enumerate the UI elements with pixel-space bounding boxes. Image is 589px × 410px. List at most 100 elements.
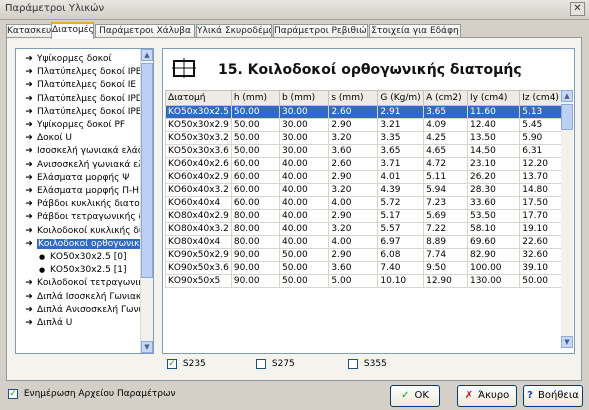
grade-s355-option[interactable]: S355 (348, 359, 387, 371)
table-row[interactable]: ΚΟ90x50x5 90.00 50.00 5.00 10.10 12.90 130.00 5… (165, 274, 562, 288)
table-row[interactable]: ΚΟ80x40x3.2 80.00 40.00 3.20 5.57 7.22 58.10 19… (165, 222, 562, 236)
table-cell: 9.50 (423, 261, 469, 275)
table-cell: 5.45 (519, 118, 562, 132)
cancel-button[interactable]: ✗ Άκυρο (457, 385, 517, 407)
help-button[interactable]: ? Βοήθεια (523, 385, 583, 407)
column-header[interactable]: s (mm) (328, 90, 379, 106)
bullet-icon: ● (38, 253, 46, 261)
checkbox-icon[interactable] (348, 359, 358, 369)
grade-s235-option[interactable]: ✓ S235 (167, 359, 206, 371)
tree-item[interactable]: ➜ Κοιλοδοκοί ορθογωνικής διατομής (16, 238, 142, 250)
tree-item[interactable]: ➜ Πλατύπελμες δοκοί IPD (16, 93, 142, 105)
tree-item[interactable]: ● ΚΟ50x30x2.5 [1] (16, 264, 142, 276)
tab-steel-parameters[interactable]: Παράμετροι Χάλυβα (95, 24, 195, 38)
tree-scroll-up-button[interactable]: ▲ (141, 49, 153, 61)
table-scroll-thumb[interactable] (561, 104, 573, 130)
arrow-right-icon: ➜ (25, 159, 33, 170)
tab-construction[interactable]: Κατασκευής (6, 24, 52, 38)
table-scroll-down-button[interactable]: ▼ (561, 336, 573, 348)
tab-soil-data[interactable]: Στοιχεία για Εδάφη (369, 24, 461, 38)
table-cell: 3.65 (423, 105, 469, 119)
table-row[interactable]: ΚΟ80x40x2.9 80.00 40.00 2.90 5.17 5.69 53.50 17… (165, 209, 562, 223)
table-cell: 13.70 (519, 170, 562, 184)
cross-icon: ✗ (464, 390, 474, 401)
tree-item[interactable]: ➜ Διπλά Ανισοσκελή Γωνιακά (16, 304, 142, 316)
table-cell: 3.35 (377, 131, 425, 145)
tree-item-label: Υψίκορμες δοκοί PF (37, 120, 126, 130)
table-row[interactable]: ΚΟ60x40x3.2 60.00 40.00 3.20 4.39 5.94 28.30 14… (165, 183, 562, 197)
close-button[interactable]: ✕ (570, 2, 585, 16)
arrow-right-icon: ➜ (25, 225, 33, 236)
table-row[interactable]: ΚΟ80x40x4 80.00 40.00 4.00 6.97 8.89 69.60 22.6… (165, 235, 562, 249)
table-row[interactable]: ΚΟ60x40x4 60.00 40.00 4.00 5.72 7.23 33.60 17.5… (165, 196, 562, 210)
tab-concrete-materials[interactable]: Υλικά Σκυροδέματος (196, 24, 272, 38)
tree-item[interactable]: ➜ Ελάσματα μορφής Ψ (16, 172, 142, 184)
table-cell: 3.71 (377, 157, 425, 171)
table-cell: 130.00 (467, 274, 521, 288)
tab-bar-parameters[interactable]: Παράμετροι Ρεβιθιών (273, 24, 368, 38)
tree-item[interactable]: ➜ Διπλά U (16, 317, 142, 329)
tree-scrollbar[interactable]: ▲ ▼ (140, 49, 153, 353)
tree-item[interactable]: ➜ Διπλά Ισοσκελή Γωνιακά (16, 291, 142, 303)
tab-sections[interactable]: Διατομές (51, 22, 94, 39)
tree-item-label: Πλατύπελμες δοκοί IE (37, 80, 137, 91)
table-scrollbar[interactable]: ▲ ▼ (561, 90, 573, 348)
table-row[interactable]: ΚΟ50x30x3.2 50.00 30.00 3.20 3.35 4.25 13.50 5.… (165, 131, 562, 145)
checkbox-icon[interactable]: ✓ (8, 389, 18, 399)
table-cell: 26.20 (467, 170, 521, 184)
tree-item[interactable]: ● ΚΟ50x30x2.5 [0] (16, 251, 142, 263)
tree-scroll-down-button[interactable]: ▼ (141, 341, 153, 353)
check-icon: ✓ (401, 390, 410, 401)
column-header[interactable]: Iz (cm4) (519, 90, 562, 106)
tree-item[interactable]: ➜ Ράβδοι τετραγωνικής διατομής (16, 211, 142, 223)
column-header[interactable]: Iy (cm4) (467, 90, 521, 106)
help-icon: ? (527, 390, 533, 401)
column-header[interactable]: G (Kg/m) (377, 90, 425, 106)
tree-scroll-thumb[interactable] (141, 63, 153, 278)
table-scroll-up-button[interactable]: ▲ (561, 90, 573, 102)
ok-button[interactable]: ✓ OK (390, 385, 440, 407)
update-params-option[interactable]: ✓ Ενημέρωση Αρχείου Παραμέτρων (8, 389, 176, 401)
rectangular-tube-section-icon (172, 58, 196, 78)
table-row[interactable]: ΚΟ90x50x2.9 90.00 50.00 2.90 6.08 7.74 82.90 32… (165, 248, 562, 262)
tree-item[interactable]: ➜ Ελάσματα μορφής Π-Η (16, 185, 142, 197)
tree-item-label: Ελάσματα μορφής Π-Η (37, 186, 140, 196)
table-cell: 80.00 (230, 209, 280, 223)
column-header[interactable]: Διατομή (165, 90, 232, 106)
checkbox-icon[interactable] (256, 359, 266, 369)
grade-s275-option[interactable]: S275 (256, 359, 295, 371)
tree-item[interactable]: ➜ Υψίκορμες δοκοί PF (16, 119, 142, 131)
tree-item[interactable]: ➜ Δοκοί U (16, 132, 142, 144)
column-header[interactable]: b (mm) (278, 90, 330, 106)
table-row[interactable]: ΚΟ60x40x2.6 60.00 40.00 2.60 3.71 4.72 23.10 12… (165, 157, 562, 171)
tree-item[interactable]: ➜ Υψίκορμες δοκοί (16, 53, 142, 65)
tree-item[interactable]: ➜ Ράβδοι κυκλικής διατομής (16, 198, 142, 210)
table-cell: 90.00 (230, 261, 280, 275)
section-tree[interactable]: ➜ Υψίκορμες δοκοί ➜ Πλατύπελμες δοκοί IPB ➜ Π… (15, 48, 154, 354)
tree-item[interactable]: ➜ Πλατύπελμες δοκοί IPBv (16, 106, 142, 118)
table-row[interactable]: ΚΟ50x30x2.5 50.00 30.00 2.60 2.91 3.65 11.60 5.… (165, 105, 562, 119)
table-cell: 23.10 (467, 157, 521, 171)
table-cell: 40.00 (278, 196, 330, 210)
tree-item[interactable]: ➜ Πλατύπελμες δοκοί IPB (16, 66, 142, 78)
update-params-label: Ενημέρωση Αρχείου Παραμέτρων (23, 389, 176, 399)
table-cell: 53.50 (467, 209, 521, 223)
table-row[interactable]: ΚΟ60x40x2.9 60.00 40.00 2.90 4.01 5.11 26.20 13… (165, 170, 562, 184)
table-row[interactable]: ΚΟ50x30x3.6 50.00 30.00 3.60 3.65 4.65 14.50 6.… (165, 144, 562, 158)
checkbox-icon[interactable]: ✓ (167, 359, 177, 369)
tree-item[interactable]: ➜ Ισοσκελή γωνιακά ελάσματα (16, 145, 142, 157)
table-cell: 28.30 (467, 183, 521, 197)
table-cell: 2.60 (328, 157, 379, 171)
arrow-right-icon: ➜ (25, 172, 33, 183)
tree-item[interactable]: ➜ Ανισοσκελή γωνιακά ελάσματα (16, 159, 142, 171)
tree-item[interactable]: ➜ Κοιλοδοκοί κυκλικής διατομής (16, 225, 142, 237)
table-row[interactable]: ΚΟ50x30x2.9 50.00 30.00 2.90 3.21 4.09 12.40 5.… (165, 118, 562, 132)
tree-item-label: Ράβδοι κυκλικής διατομής (37, 199, 142, 210)
column-header[interactable]: h (mm) (230, 90, 280, 106)
tree-item[interactable]: ➜ Πλατύπελμες δοκοί IE (16, 79, 142, 91)
table-row[interactable]: ΚΟ90x50x3.6 90.00 50.00 3.60 7.40 9.50 100.00 3… (165, 261, 562, 275)
arrow-right-icon: ➜ (25, 93, 33, 104)
column-header[interactable]: A (cm2) (423, 90, 469, 106)
tree-item[interactable]: ➜ Κοιλοδοκοί τετραγωνικής (16, 277, 142, 289)
table-cell: ΚΟ90x50x3.6 (165, 261, 232, 275)
